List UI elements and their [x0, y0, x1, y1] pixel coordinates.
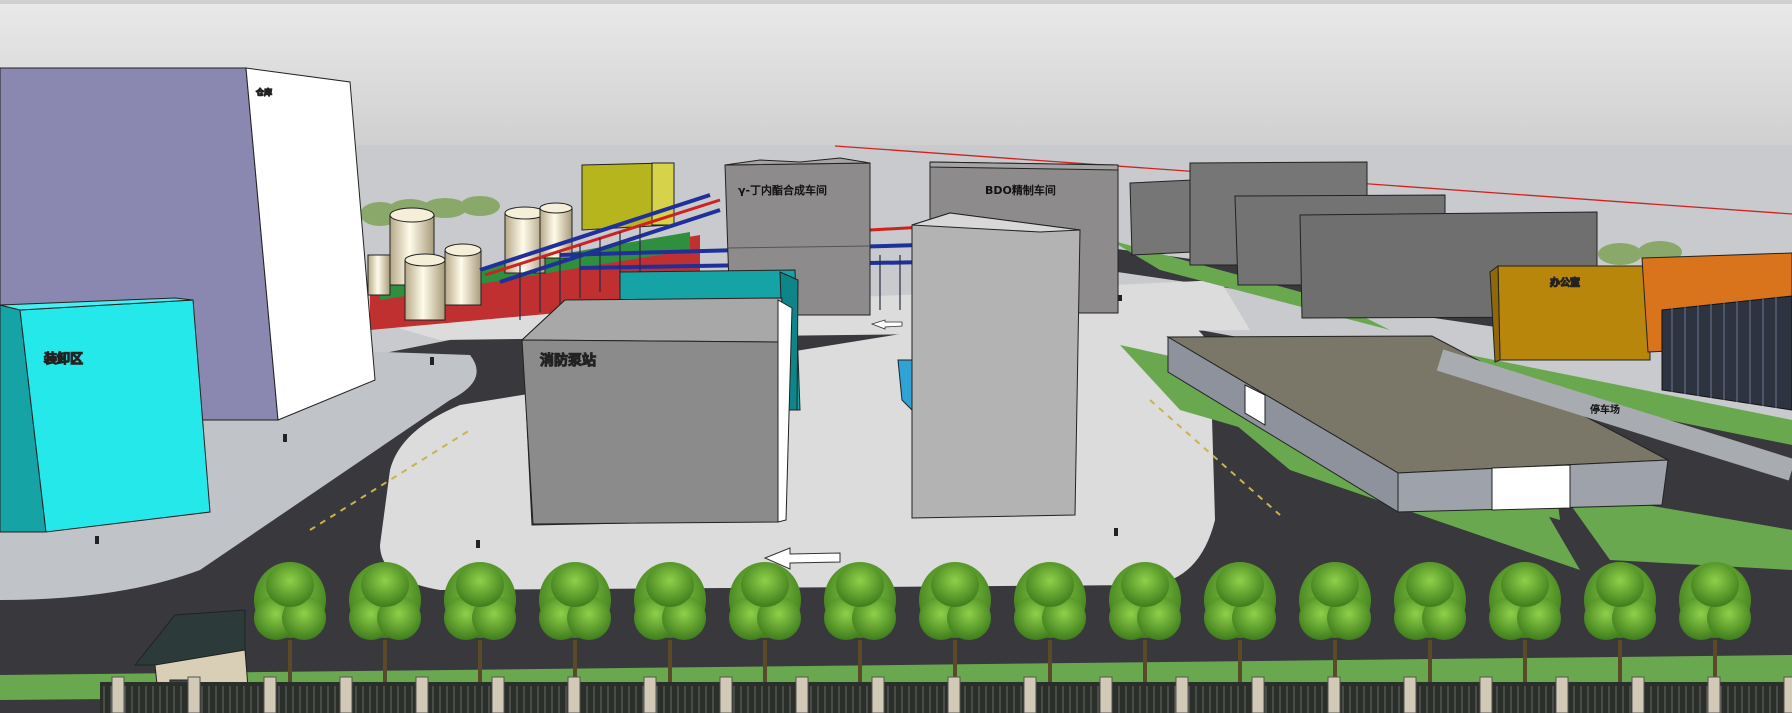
glass-facade-building [1661, 295, 1792, 411]
office-building: 办公室 [1489, 265, 1651, 363]
tall-building-sign: 仓库 [255, 87, 272, 97]
gbl-synthesis-label: γ-丁内酯合成车间 [738, 183, 827, 197]
3d-viewport[interactable]: γ-丁内酯合成车间 BDO精制车间 办公室 停车场 仓库 装卸区 消防泵站 [0, 0, 1792, 713]
office-label: 办公室 [1550, 276, 1580, 289]
fire-pump-station: 消防泵站 [520, 297, 793, 526]
perimeter-fence [100, 676, 1792, 713]
fire-pump-label: 消防泵站 [540, 352, 596, 369]
road-label: 停车场 [1590, 403, 1620, 416]
center-tall-block [897, 212, 1081, 519]
bdo-label: BDO精制车间 [985, 183, 1056, 197]
loading-area-building: 装卸区 [0, 297, 211, 533]
loading-area-label: 装卸区 [43, 351, 83, 367]
